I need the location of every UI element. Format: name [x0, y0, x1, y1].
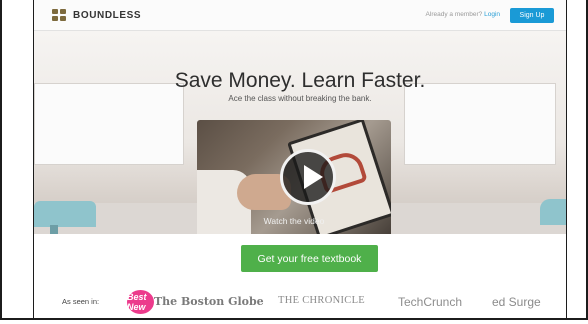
- boston-globe-logo: The Boston Globe: [154, 295, 264, 308]
- play-icon: [304, 165, 323, 189]
- edsurge-logo: ed Surge: [492, 295, 541, 309]
- member-prompt-text: Already a member?: [425, 11, 483, 18]
- bottom-border: [0, 318, 588, 320]
- hero-section: Save Money. Learn Faster. Ace the class …: [34, 31, 566, 234]
- chair-right: [540, 199, 566, 225]
- left-border: [0, 0, 2, 320]
- sign-up-button[interactable]: Sign Up: [510, 8, 554, 23]
- hero-subheadline: Ace the class without breaking the bank.: [228, 94, 372, 103]
- as-seen-in-bar: As seen in: Best New The Boston Globe TH…: [34, 287, 566, 315]
- video-player[interactable]: Watch the video: [197, 120, 391, 234]
- chair-left: [34, 201, 96, 227]
- best-new-badge: Best New: [127, 290, 154, 314]
- boundless-logo-icon: [52, 9, 67, 21]
- login-link[interactable]: Login: [484, 11, 500, 18]
- chair-left-leg: [50, 225, 58, 234]
- techcrunch-logo: TechCrunch: [398, 295, 463, 309]
- as-seen-in-label: As seen in:: [62, 297, 100, 306]
- play-button[interactable]: [280, 149, 336, 205]
- browser-page: BOUNDLESS Already a member? Login Sign U…: [33, 0, 567, 318]
- get-free-textbook-button[interactable]: Get your free textbook: [241, 245, 378, 272]
- hero-headline: Save Money. Learn Faster.: [174, 69, 426, 92]
- top-navigation-bar: BOUNDLESS Already a member? Login Sign U…: [34, 0, 566, 31]
- brand-name: BOUNDLESS: [73, 9, 142, 21]
- member-prompt: Already a member? Login: [426, 11, 500, 18]
- brand-logo[interactable]: BOUNDLESS: [52, 9, 141, 21]
- chronicle-logo: THE CHRONICLE: [278, 295, 366, 306]
- watch-video-label[interactable]: Watch the video: [197, 216, 391, 226]
